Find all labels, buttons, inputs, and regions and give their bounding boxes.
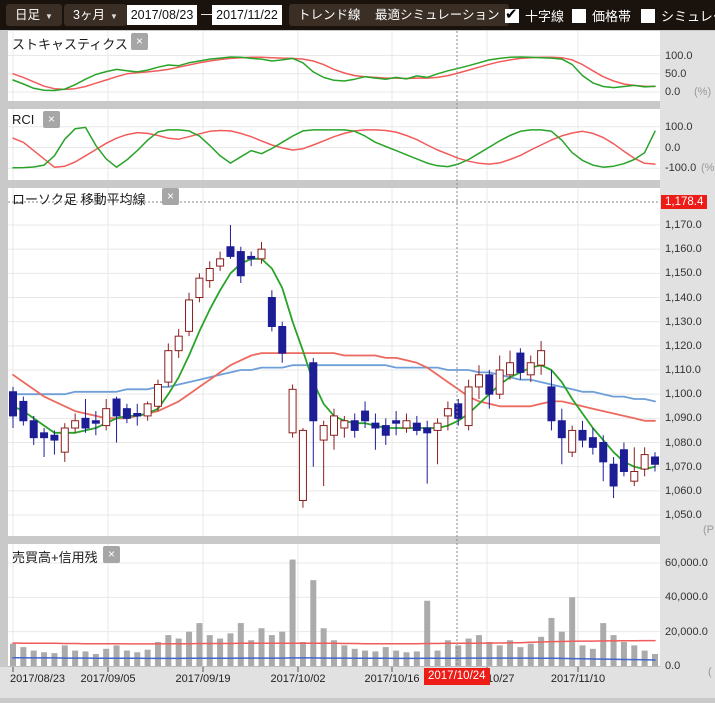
y-axis-unit: (P	[703, 524, 714, 536]
optimal-simulation-button[interactable]: 最適シミュレーション	[366, 4, 509, 26]
x-axis-date-label: 2017/09/19	[175, 673, 230, 685]
volume-panel-title: 売買高+信用残	[12, 547, 98, 566]
trendline-button[interactable]: トレンド線	[289, 4, 370, 26]
chart-canvas	[0, 0, 715, 703]
chevron-down-icon: ▼	[45, 12, 53, 21]
period-dropdown[interactable]: 日足▼	[6, 4, 62, 26]
rci-panel-title: RCI	[12, 112, 34, 127]
y-axis-label: 100.0	[665, 121, 693, 133]
y-axis-label: 1,080.0	[665, 437, 702, 449]
toolbar: 日足▼ 3ヶ月▼ — トレンド線 最適シミュレーション ✔十字線 ✔価格帯 ✔シ…	[0, 0, 715, 30]
y-axis-label: 50.0	[665, 68, 686, 80]
y-axis-unit: (%)	[694, 86, 711, 98]
checkbox-icon: ✔	[572, 9, 586, 23]
y-axis-label: 1,060.0	[665, 485, 702, 497]
y-axis-label: 60,000.0	[665, 557, 708, 569]
stochastics-panel-title: ストキャスティクス	[12, 34, 128, 53]
y-axis-label: 1,160.0	[665, 243, 702, 255]
y-axis-label: 1,090.0	[665, 412, 702, 424]
checkbox-icon: ✔	[641, 9, 655, 23]
crosshair-checkbox[interactable]: ✔十字線	[505, 6, 564, 25]
price-band-checkbox[interactable]: ✔価格帯	[572, 6, 631, 25]
date-from-input[interactable]	[127, 5, 197, 25]
x-axis-date-label: 2017/08/23	[10, 673, 65, 685]
y-axis-label: 1,130.0	[665, 316, 702, 328]
x-axis-date-label: 2017/10/16	[364, 673, 419, 685]
y-axis-label: 0.0	[665, 142, 680, 154]
y-axis-label: 1,120.0	[665, 340, 702, 352]
y-axis-label: 100.0	[665, 50, 693, 62]
y-axis-label: 1,100.0	[665, 388, 702, 400]
crosshair-price-badge: 1,178.4	[661, 195, 707, 209]
close-rci-button[interactable]: ×	[43, 111, 60, 128]
x-axis-date-label: 2017/09/05	[80, 673, 135, 685]
y-axis-label: 20,000.0	[665, 626, 708, 638]
close-candles-button[interactable]: ×	[162, 188, 179, 205]
chevron-down-icon: ▼	[110, 12, 118, 21]
crosshair-date-badge: 2017/10/24	[424, 668, 490, 685]
y-axis-unit: (	[708, 666, 712, 678]
y-axis-unit: (%)	[701, 162, 715, 174]
x-axis-date-label: 2017/10/02	[270, 673, 325, 685]
y-axis-label: 0.0	[665, 660, 680, 672]
candles-panel-title: ローソク足 移動平均線	[12, 189, 146, 208]
y-axis-label: -100.0	[665, 162, 696, 174]
date-to-input[interactable]	[212, 5, 282, 25]
x-axis-date-label: 2017/11/10	[551, 673, 605, 685]
y-axis-label: 40,000.0	[665, 591, 708, 603]
range-dropdown[interactable]: 3ヶ月▼	[64, 4, 127, 26]
y-axis-label: 1,140.0	[665, 292, 702, 304]
close-stochastics-button[interactable]: ×	[131, 33, 148, 50]
y-axis-label: 1,170.0	[665, 219, 702, 231]
y-axis-label: 1,070.0	[665, 461, 702, 473]
checkbox-icon: ✔	[505, 9, 519, 23]
y-axis-label: 1,050.0	[665, 509, 702, 521]
y-axis-label: 1,150.0	[665, 267, 702, 279]
simulation-checkbox[interactable]: ✔シミュレー	[641, 6, 715, 25]
y-axis-label: 1,110.0	[665, 364, 701, 376]
close-volume-button[interactable]: ×	[103, 546, 120, 563]
y-axis-label: 0.0	[665, 86, 680, 98]
